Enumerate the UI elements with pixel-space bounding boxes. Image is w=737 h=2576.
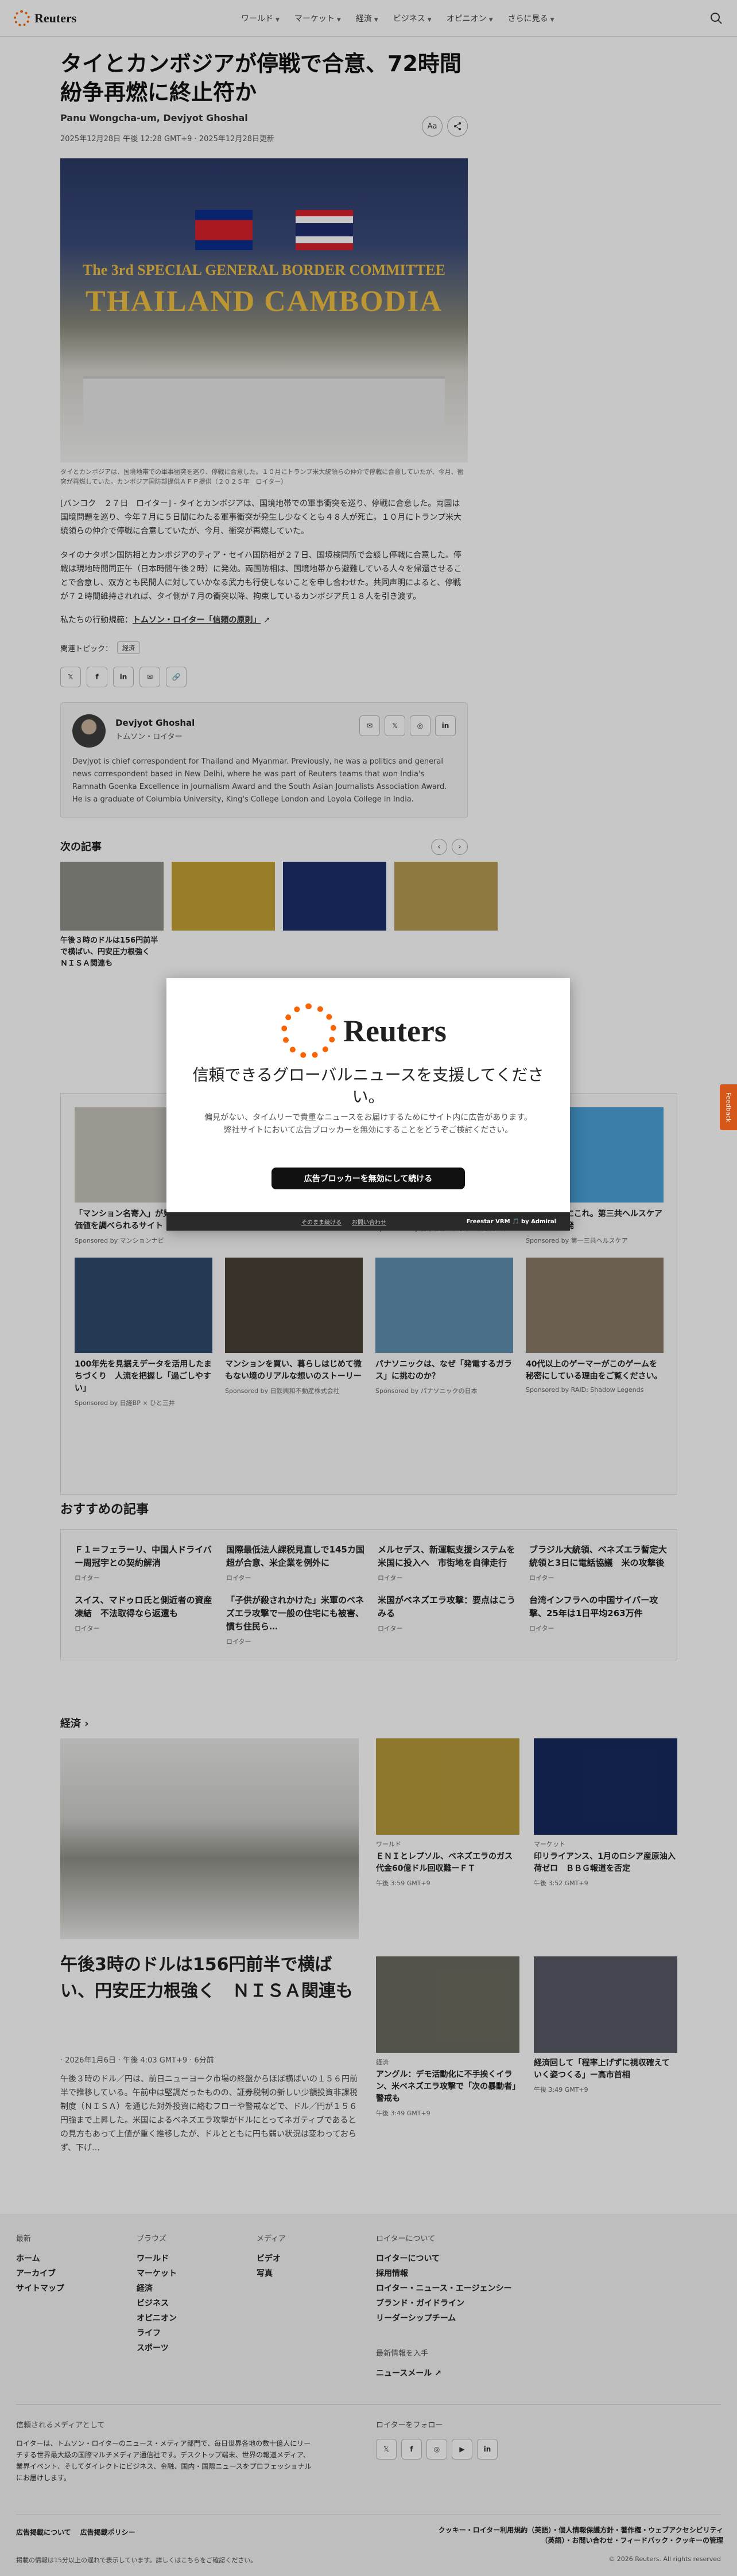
reuters-mark-icon	[281, 1003, 336, 1059]
modal-logo: Reuters	[281, 1003, 447, 1059]
modal-footer-bar: そのまま続ける お問い合わせ Freestar VRM 🎵 by Admiral	[166, 1212, 570, 1231]
contact-link[interactable]: お問い合わせ	[352, 1217, 386, 1226]
modal-links: そのまま続ける お問い合わせ	[301, 1217, 386, 1226]
continue-link[interactable]: そのまま続ける	[301, 1217, 342, 1226]
disable-adblock-button[interactable]: 広告ブロッカーを無効にして続ける	[271, 1168, 465, 1189]
adblock-modal: Reuters 信頼できるグローバルニュースを支援してください。 偏見がない、タ…	[166, 978, 570, 1231]
feedback-tab[interactable]: Feedback	[720, 1084, 737, 1130]
modal-body: 偏見がない、タイムリーで貴重なニュースをお届けするためにサイト内に広告があります…	[204, 1113, 532, 1135]
page: Reuters ワールド ▼ マーケット ▼ 経済 ▼ ビジネス ▼ オピニオン ▼ さら…	[0, 0, 737, 2576]
modal-title: 信頼できるグローバルニュースを支援してください。	[192, 1065, 544, 1106]
modal-backdrop	[0, 0, 737, 2576]
modal-vendor: Freestar VRM 🎵 by Admiral	[466, 1218, 556, 1225]
modal-wordmark: Reuters	[343, 1014, 447, 1048]
